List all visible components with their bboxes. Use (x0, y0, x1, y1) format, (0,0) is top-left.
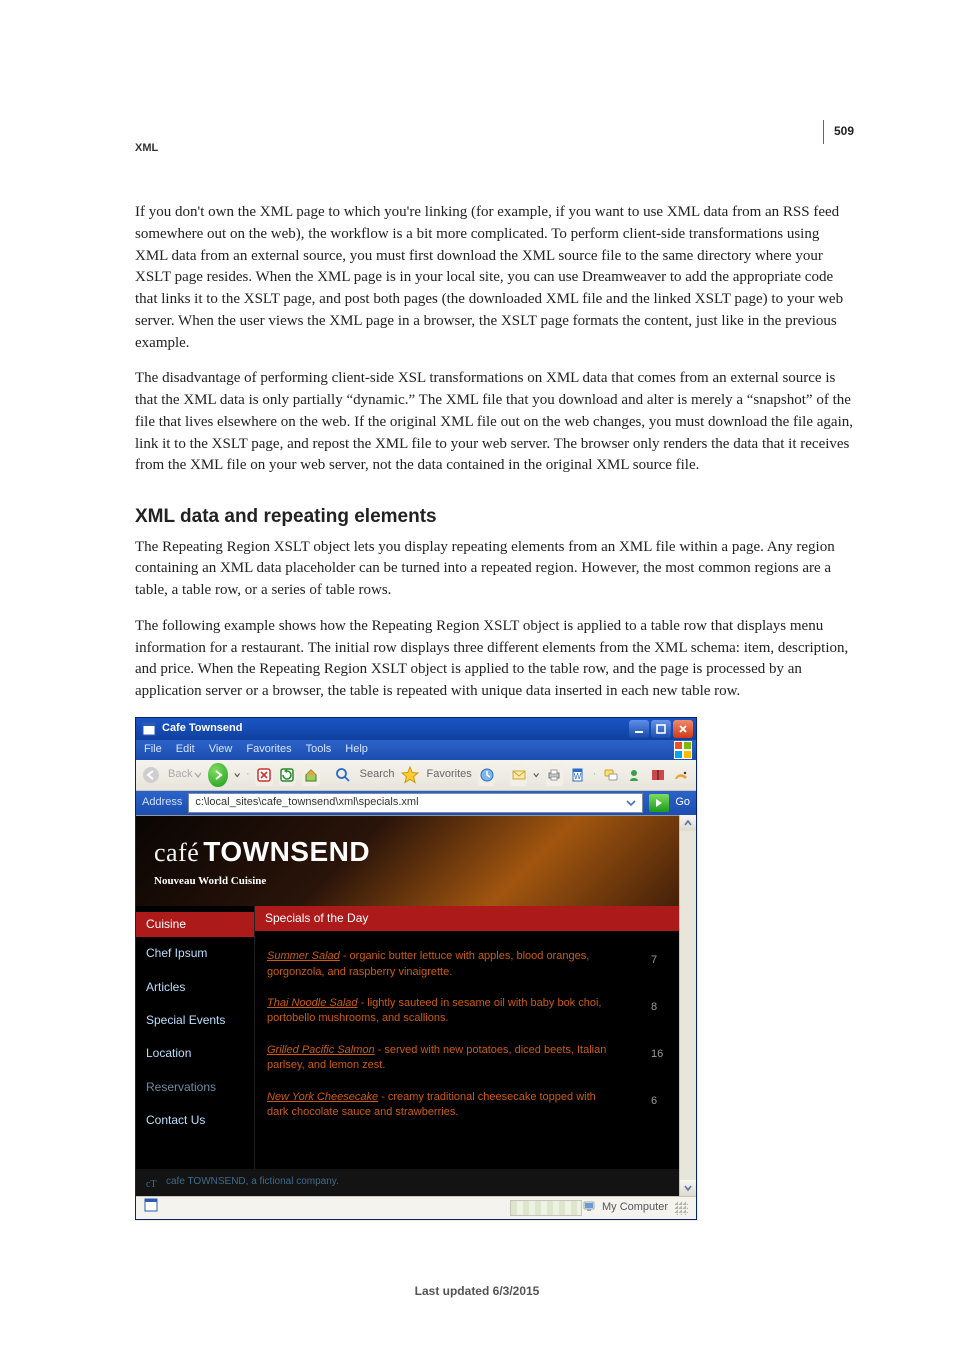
site-banner: café TOWNSEND Nouveau World Cuisine (136, 816, 679, 906)
resize-grip-icon[interactable] (674, 1201, 688, 1215)
scroll-down-icon[interactable] (680, 1180, 696, 1196)
zone-icon (582, 1198, 596, 1218)
window-close-button[interactable] (673, 720, 693, 738)
specials-heading: Specials of the Day (255, 906, 679, 931)
window-maximize-button[interactable] (651, 720, 671, 738)
paragraph: The disadvantage of performing client-si… (135, 368, 854, 477)
scroll-up-icon[interactable] (680, 815, 696, 831)
refresh-button[interactable] (279, 764, 297, 786)
stop-button[interactable] (255, 764, 273, 786)
browser-toolbar: Back · (136, 760, 696, 791)
edit-button[interactable]: W (569, 764, 587, 786)
menu-favorites[interactable]: Favorites (246, 742, 291, 758)
home-button[interactable] (302, 764, 320, 786)
special-price: 6 (651, 1090, 691, 1109)
security-zone: My Computer (602, 1200, 668, 1216)
menu-file[interactable]: File (144, 742, 162, 758)
research-button[interactable] (649, 764, 667, 786)
table-row: Thai Noodle Salad - lightly sauteed in s… (267, 988, 691, 1035)
toolbar-separator: · (593, 767, 596, 783)
search-button[interactable] (334, 764, 352, 786)
status-done-icon (144, 1198, 158, 1218)
ie-logo-icon (674, 741, 692, 759)
go-label: Go (675, 795, 690, 811)
discuss-button[interactable] (602, 764, 620, 786)
section-label: XML (135, 142, 854, 154)
site-tagline: Nouveau World Cuisine (154, 874, 679, 890)
page-number: 509 (823, 120, 854, 144)
favorites-button[interactable] (401, 764, 419, 786)
special-title[interactable]: New York Cheesecake (267, 1091, 378, 1103)
address-label: Address (142, 795, 182, 811)
back-button[interactable] (142, 764, 160, 786)
browser-statusbar: My Computer (136, 1196, 696, 1219)
go-button[interactable] (649, 794, 669, 812)
table-row: Grilled Pacific Salmon - served with new… (267, 1035, 691, 1082)
chevron-down-icon[interactable] (234, 771, 240, 779)
menu-view[interactable]: View (209, 742, 233, 758)
nav-item-chef[interactable]: Chef Ipsum (136, 937, 254, 970)
messenger-button[interactable] (625, 764, 643, 786)
browser-menubar: File Edit View Favorites Tools Help (136, 740, 696, 760)
nav-heading: Cuisine (136, 912, 254, 937)
address-value: c:\local_sites\cafe_townsend\xml\special… (195, 795, 418, 811)
specials-table: Summer Salad - organic butter lettuce wi… (255, 931, 703, 1148)
mail-button[interactable] (510, 764, 528, 786)
menu-help[interactable]: Help (345, 742, 368, 758)
nav-item-contact[interactable]: Contact Us (136, 1104, 254, 1137)
window-title: Cafe Townsend (162, 721, 242, 737)
special-title[interactable]: Grilled Pacific Salmon (267, 1044, 375, 1056)
history-button[interactable] (478, 764, 496, 786)
paragraph: If you don't own the XML page to which y… (135, 202, 854, 354)
special-price: 8 (651, 996, 691, 1015)
table-row: Summer Salad - organic butter lettuce wi… (267, 941, 691, 988)
browser-address-bar: Address c:\local_sites\cafe_townsend\xml… (136, 791, 696, 815)
table-row: New York Cheesecake - creamy traditional… (267, 1082, 691, 1129)
back-label: Back (168, 767, 202, 783)
favorites-label: Favorites (427, 767, 472, 783)
address-input[interactable]: c:\local_sites\cafe_townsend\xml\special… (188, 793, 643, 813)
special-title[interactable]: Thai Noodle Salad (267, 997, 358, 1009)
site-footer-text: cafe TOWNSEND, a fictional company. (166, 1175, 339, 1190)
body-text: If you don't own the XML page to which y… (135, 202, 854, 1220)
print-button[interactable] (546, 764, 564, 786)
nav-item-events[interactable]: Special Events (136, 1004, 254, 1037)
site-nav: Cuisine Chef Ipsum Articles Special Even… (136, 906, 255, 1170)
menu-edit[interactable]: Edit (176, 742, 195, 758)
svg-text:cT: cT (146, 1179, 157, 1189)
nav-item-location[interactable]: Location (136, 1037, 254, 1070)
special-price: 7 (651, 949, 691, 968)
logo-mark-icon: cT (146, 1177, 160, 1189)
window-titlebar[interactable]: Cafe Townsend (136, 718, 696, 740)
progress-bar (510, 1200, 582, 1216)
chevron-down-icon (194, 771, 202, 779)
logo-cafe: café (154, 834, 199, 872)
section-heading: XML data and repeating elements (135, 503, 854, 531)
svg-text:W: W (574, 772, 582, 781)
nav-item-reservations[interactable]: Reservations (136, 1071, 254, 1104)
nav-item-articles[interactable]: Articles (136, 971, 254, 1004)
logo-townsend: TOWNSEND (203, 832, 370, 873)
special-price: 16 (651, 1043, 691, 1062)
menu-tools[interactable]: Tools (306, 742, 332, 758)
toolbar-separator: · (246, 767, 249, 783)
search-label: Search (360, 767, 395, 783)
page-icon (142, 722, 156, 736)
site-main: Specials of the Day Summer Salad - organ… (255, 906, 679, 1170)
paragraph: The following example shows how the Repe… (135, 616, 854, 703)
page-content: café TOWNSEND Nouveau World Cuisine Cuis… (136, 815, 679, 1196)
browser-window-figure: Cafe Townsend File Edit View F (135, 717, 697, 1220)
window-minimize-button[interactable] (629, 720, 649, 738)
document-page: 509 XML If you don't own the XML page to… (0, 0, 954, 1350)
special-title[interactable]: Summer Salad (267, 950, 340, 962)
site-footer: cT cafe TOWNSEND, a fictional company. (136, 1169, 679, 1196)
paragraph: The Repeating Region XSLT object lets yo… (135, 537, 854, 602)
page-footer: Last updated 6/3/2015 (0, 1284, 954, 1298)
antiphishing-button[interactable] (672, 764, 690, 786)
chevron-down-icon[interactable] (533, 771, 539, 779)
chevron-down-icon[interactable] (626, 798, 636, 808)
forward-button[interactable] (208, 763, 227, 787)
